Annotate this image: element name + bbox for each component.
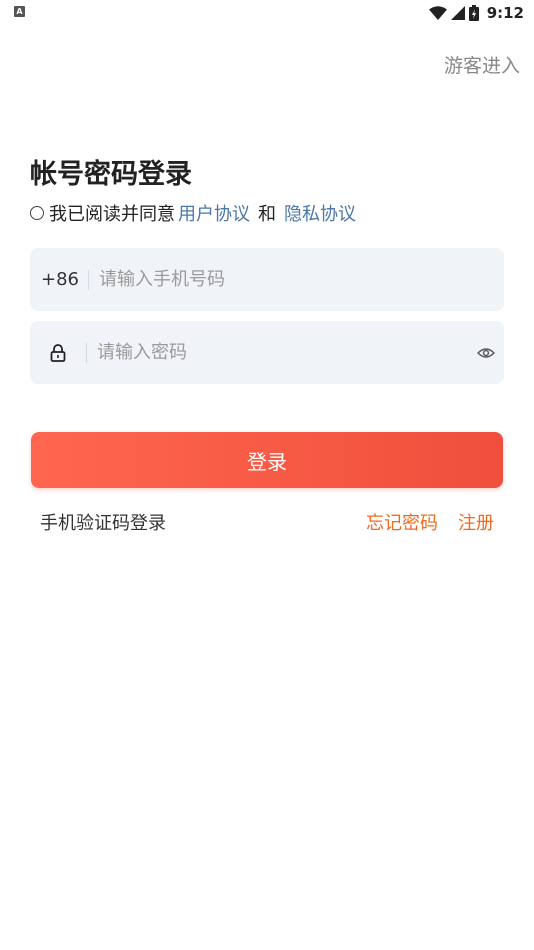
status-bar: A 9:12 — [0, 0, 534, 28]
password-divider — [86, 342, 87, 363]
privacy-policy-link[interactable]: 隐私协议 — [284, 200, 356, 226]
agreement-prefix: 我已阅读并同意 — [49, 204, 175, 225]
agreement-radio[interactable] — [30, 206, 44, 220]
phone-field: +86 — [30, 248, 504, 311]
wifi-icon — [428, 6, 447, 20]
signal-icon — [450, 6, 465, 20]
agreement-row: 我已阅读并同意 用户协议 和 隐私协议 — [30, 200, 356, 226]
phone-divider — [88, 269, 89, 290]
user-agreement-link[interactable]: 用户协议 — [178, 200, 250, 226]
lock-icon — [30, 343, 86, 362]
bottom-links: 手机验证码登录 忘记密码 注册 — [40, 509, 494, 535]
login-button[interactable]: 登录 — [31, 432, 503, 488]
status-time: 9:12 — [486, 4, 524, 22]
forgot-password-link[interactable]: 忘记密码 — [366, 509, 438, 535]
agreement-and: 和 — [258, 204, 276, 225]
register-link[interactable]: 注册 — [458, 509, 494, 535]
status-icons: 9:12 — [428, 3, 524, 23]
phone-input[interactable] — [99, 269, 504, 290]
guest-entry-link[interactable]: 游客进入 — [444, 51, 520, 78]
eye-icon[interactable] — [468, 347, 504, 359]
sms-login-link[interactable]: 手机验证码登录 — [40, 509, 166, 535]
page-title: 帐号密码登录 — [30, 159, 192, 190]
password-field — [30, 321, 504, 384]
battery-icon — [468, 5, 479, 21]
notification-app-icon: A — [14, 6, 25, 17]
account-links: 忘记密码 注册 — [366, 509, 494, 535]
password-input[interactable] — [97, 342, 468, 363]
country-code[interactable]: +86 — [30, 269, 88, 290]
